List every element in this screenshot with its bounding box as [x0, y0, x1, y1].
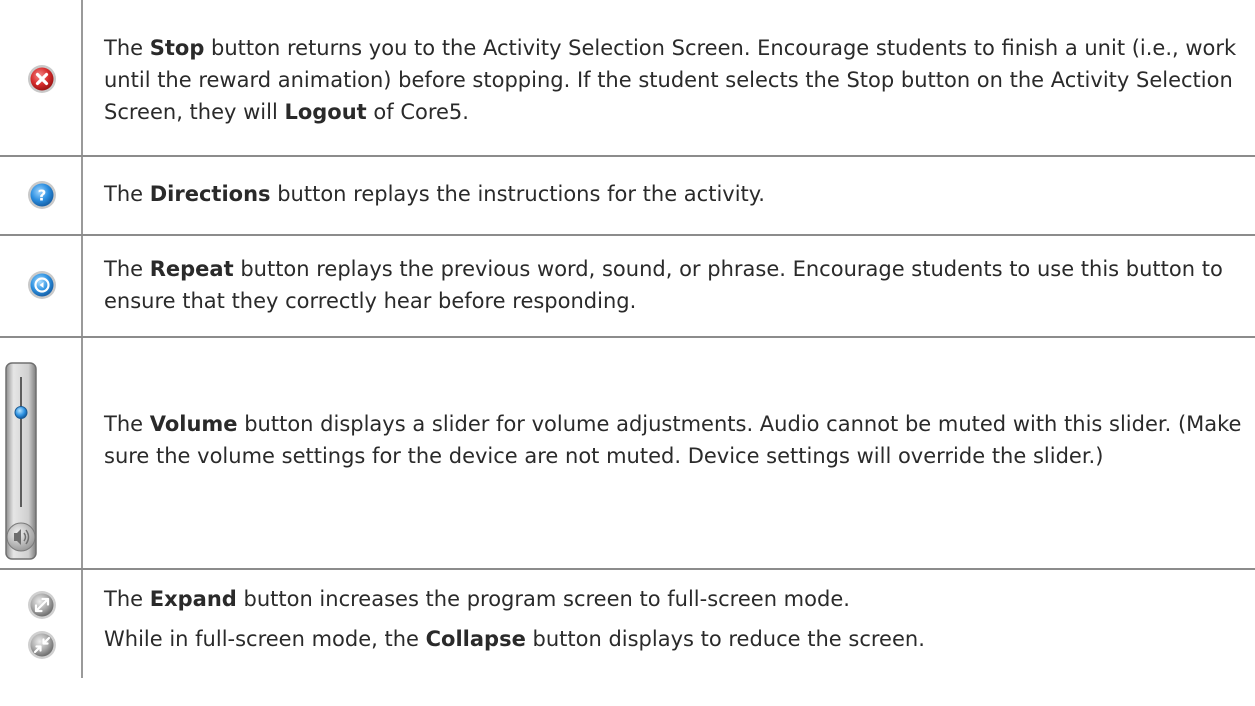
description-text: of Core5. — [366, 100, 469, 124]
question-icon: ? — [27, 180, 57, 210]
collapse-description: While in full-screen mode, the Collapse … — [104, 623, 1244, 655]
row-divider — [0, 155, 1255, 157]
description-text: The — [104, 36, 150, 60]
collapse-icon — [27, 630, 57, 660]
expand-description: The Expand button increases the program … — [104, 583, 1244, 615]
button-name-label: Collapse — [425, 627, 526, 651]
description-text: button displays a slider for volume adju… — [104, 412, 1242, 468]
directions-description: The Directions button replays the instru… — [104, 178, 1244, 210]
stop-icon — [27, 64, 57, 94]
description-text: button returns you to the Activity Selec… — [104, 36, 1237, 124]
row-divider — [0, 336, 1255, 338]
button-name-label: Directions — [149, 182, 271, 206]
button-name-label: Repeat — [149, 257, 234, 281]
button-name-label: Expand — [149, 587, 237, 611]
description-text: The — [104, 587, 150, 611]
description-text: button displays to reduce the screen. — [525, 627, 925, 651]
volume-description: The Volume button displays a slider for … — [104, 408, 1244, 472]
column-divider — [81, 0, 83, 678]
description-text: button increases the program screen to f… — [236, 587, 850, 611]
expand-icon — [27, 590, 57, 620]
svg-text:?: ? — [38, 187, 47, 205]
stop-description: The Stop button returns you to the Activ… — [104, 32, 1244, 128]
repeat-icon — [27, 270, 57, 300]
description-text: The — [104, 412, 150, 436]
row-divider — [0, 234, 1255, 236]
button-name-label: Logout — [284, 100, 367, 124]
description-text: The — [104, 182, 150, 206]
button-name-label: Volume — [149, 412, 238, 436]
description-text: The — [104, 257, 150, 281]
repeat-description: The Repeat button replays the previous w… — [104, 253, 1244, 317]
row-divider — [0, 568, 1255, 570]
description-text: button replays the instructions for the … — [270, 182, 765, 206]
button-name-label: Stop — [149, 36, 205, 60]
description-text: button replays the previous word, sound,… — [104, 257, 1223, 313]
description-text: While in full-screen mode, the — [104, 627, 426, 651]
volume-slider-icon — [4, 361, 60, 561]
